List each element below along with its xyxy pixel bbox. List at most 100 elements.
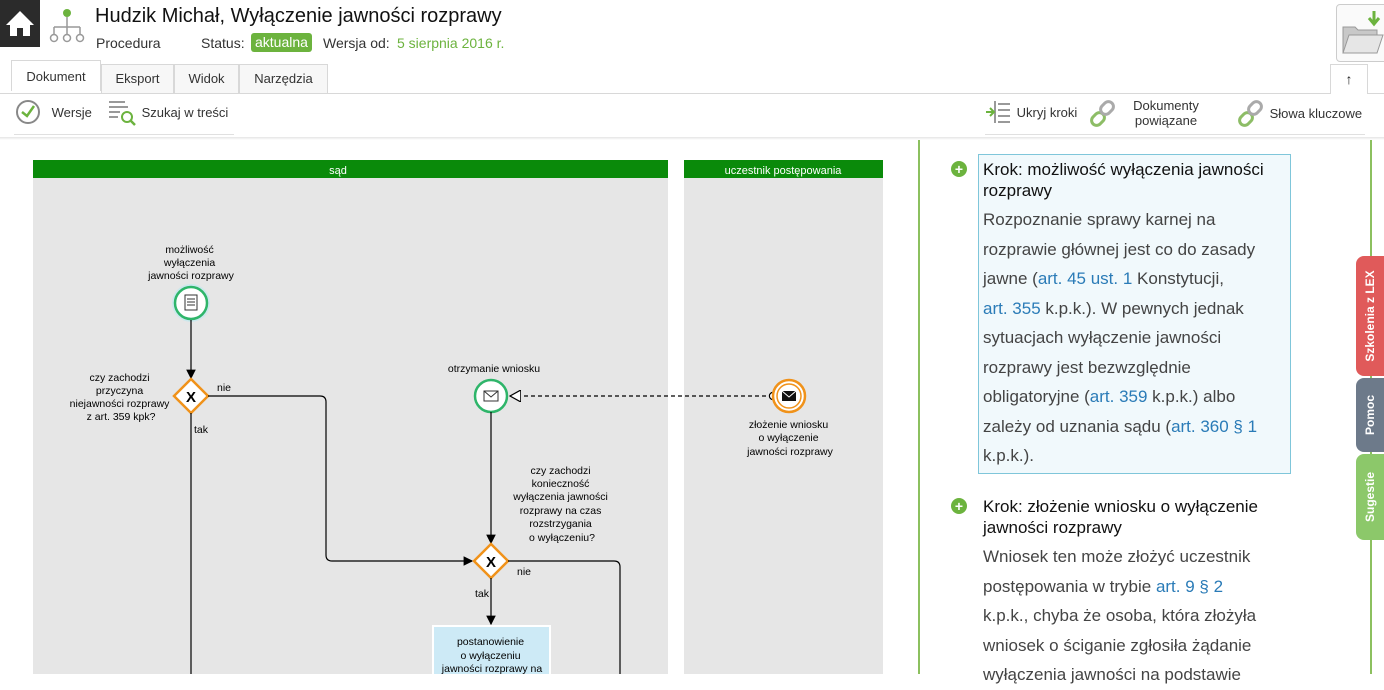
versions-button[interactable]: Wersje (14, 98, 92, 126)
exclusive-gateway-icon: X (486, 554, 496, 571)
step-2-line: wniosek o ściganie zgłosiła żądanie (983, 631, 1313, 661)
gw2-q-2: konieczność (532, 478, 590, 490)
gw1-q-3: niejawności rozprawy (70, 398, 171, 410)
task-postanowienie[interactable]: postanowienie o wyłączeniu jawności rozp… (432, 625, 551, 674)
article-link[interactable]: art. 355 (983, 299, 1041, 318)
version-label: Wersja od: (323, 35, 390, 51)
lane-title-sad: sąd (329, 165, 347, 177)
home-icon (6, 11, 34, 36)
step-1-description: Rozpoznanie sprawy karnej na rozprawie gł… (983, 205, 1288, 471)
exclusive-gateway-icon: X (186, 389, 196, 406)
receive-label: otrzymanie wniosku (448, 363, 540, 375)
task-label-3: jawności rozprawy na (441, 663, 543, 674)
gw1-no-label: nie (217, 382, 231, 394)
expand-step-1-icon[interactable]: + (951, 161, 967, 177)
hide-steps-button[interactable]: Ukryj kroki (985, 98, 1077, 126)
article-link[interactable]: art. 360 § 1 (1171, 417, 1257, 436)
step-1-line: zależy od uznania sądu (art. 360 § 1 (983, 412, 1288, 442)
start-label-1: możliwość (165, 244, 213, 256)
folder-download-icon (1342, 11, 1384, 54)
step-text: Wniosek ten może złożyć uczestnik (983, 547, 1251, 566)
send-label-2: o wyłączenie (758, 432, 818, 444)
step-text: rozprawy jest bezwzględnie (983, 357, 1191, 377)
step-text: k.p.k., chyba że osoba, która złożyła (983, 606, 1257, 625)
step-1-line: rozprawy jest bezwzględnie (983, 353, 1288, 383)
article-link[interactable]: art. 45 ust. 1 (1038, 269, 1133, 288)
tab-eksport[interactable]: Eksport (101, 64, 174, 93)
start-label-2: wyłączenia (163, 257, 216, 269)
step-2-title[interactable]: Krok: złożenie wniosku o wyłączenie jawn… (983, 496, 1313, 538)
svg-text:złożenie wniosku o wył: złożenie wniosku o wyłączenie jawności r… (746, 419, 834, 458)
arrow-up-icon: ↑ (1345, 71, 1353, 87)
lane-uczestnik (684, 160, 883, 674)
status-label: Status: (201, 35, 245, 51)
gw2-q-5: rozstrzygania (529, 518, 592, 530)
step-1-line: jawne (art. 45 ust. 1 Konstytucji, (983, 264, 1288, 294)
step-2-line: wyłączenia jawności na podstawie (983, 660, 1313, 690)
collapse-up-button[interactable]: ↑ (1330, 64, 1368, 94)
status-badge: aktualna (251, 33, 312, 52)
lane-header-sad (33, 160, 668, 178)
gw2-q-3: wyłączenia jawności (512, 491, 608, 503)
gw1-q-4: z art. 359 kpk? (87, 411, 156, 423)
gw2-q-4: rozprawy na czas (520, 505, 602, 517)
clock-check-icon (16, 100, 40, 124)
step-1-line: Rozpoznanie sprawy karnej na (983, 205, 1288, 235)
side-tab-pomoc-label: Pomoc (1363, 394, 1377, 436)
step-1-line: rozprawie głównej jest co do zasady (983, 235, 1288, 265)
task-label-1: postanowienie (457, 636, 524, 648)
side-tab-sugestie-label: Sugestie (1363, 471, 1377, 523)
gw2-no-label: nie (517, 566, 531, 578)
lane-title-uczestnik: uczestnik postępowania (725, 165, 843, 177)
article-link[interactable]: art. 359 (1090, 387, 1148, 406)
toolbar-underline-right (985, 134, 1365, 135)
home-button[interactable] (0, 0, 40, 47)
keywords-button[interactable]: Słowa kluczowe (1238, 98, 1362, 127)
search-text-icon (109, 101, 136, 126)
step-2-line: k.p.k., chyba że osoba, która złożyła (983, 601, 1313, 631)
gw1-q-2: przyczyna (96, 385, 143, 397)
tabs-divider (0, 93, 1384, 94)
related-docs-label-2: powiązane (1134, 113, 1198, 128)
link-icon (1238, 100, 1263, 127)
expand-step-2-icon[interactable]: + (951, 498, 967, 514)
process-diagram[interactable]: sąd uczestnik postępowania możliwość wył… (0, 140, 905, 674)
version-date: 5 sierpnia 2016 r. (397, 35, 505, 51)
step-text: sytuacjach wyłączenie jawności (983, 328, 1222, 347)
open-documents-button[interactable] (1336, 4, 1384, 62)
send-label-1: złożenie wniosku (749, 419, 829, 431)
diagram-gutter (905, 140, 917, 674)
tab-widok[interactable]: Widok (174, 64, 239, 93)
step-2-line: Wniosek ten może złożyć uczestnik (983, 542, 1313, 572)
step-1-line: obligatoryjne (art. 359 k.p.k.) albo (983, 382, 1288, 412)
link-icon (1090, 100, 1115, 127)
step-text: k.p.k.) albo (1147, 387, 1236, 406)
side-tab-pomoc[interactable]: Pomoc (1356, 378, 1384, 452)
step-2-line: postępowania w trybie art. 9 § 2 (983, 572, 1313, 602)
search-in-content-button[interactable]: Szukaj w treści (108, 98, 228, 126)
related-docs-label-1: Dokumenty (1133, 98, 1199, 113)
page-title: Hudzik Michał, Wyłączenie jawności rozpr… (95, 5, 502, 27)
step-1-title[interactable]: Krok: możliwość wyłączenia jawności rozp… (983, 159, 1293, 201)
versions-label: Wersje (51, 104, 92, 120)
gw2-q-1: czy zachodzi (530, 465, 590, 477)
side-tab-szkolenia[interactable]: Szkolenia z LEX (1356, 256, 1384, 376)
start-label-3: jawności rozprawy (147, 270, 235, 282)
search-label: Szukaj w treści (141, 104, 229, 120)
step-1-line: sytuacjach wyłączenie jawności (983, 323, 1288, 353)
step-1-line: art. 355 k.p.k.). W pewnych jednak (983, 294, 1288, 324)
step-text: jawne ( (983, 269, 1038, 288)
step-text: postępowania w trybie (983, 576, 1156, 596)
step-1-title-line-2: rozprawy (983, 181, 1052, 200)
tab-dokument[interactable]: Dokument (11, 60, 101, 91)
side-tab-sugestie[interactable]: Sugestie (1356, 454, 1384, 540)
step-2-title-line-1: Krok: złożenie wniosku o wyłączenie (983, 497, 1258, 516)
step-1-line: k.p.k.). (983, 441, 1288, 471)
tab-narzedzia[interactable]: Narzędzia (239, 64, 328, 93)
step-text: Konstytucji, (1132, 269, 1224, 288)
step-2-title-line-2: jawności rozprawy (983, 518, 1122, 537)
send-label-3: jawności rozprawy (746, 446, 834, 458)
step-text: k.p.k.). W pewnych jednak (1040, 298, 1244, 318)
step-2-description: Wniosek ten może złożyć uczestnik postępo… (983, 542, 1313, 690)
article-link[interactable]: art. 9 § 2 (1156, 577, 1223, 596)
